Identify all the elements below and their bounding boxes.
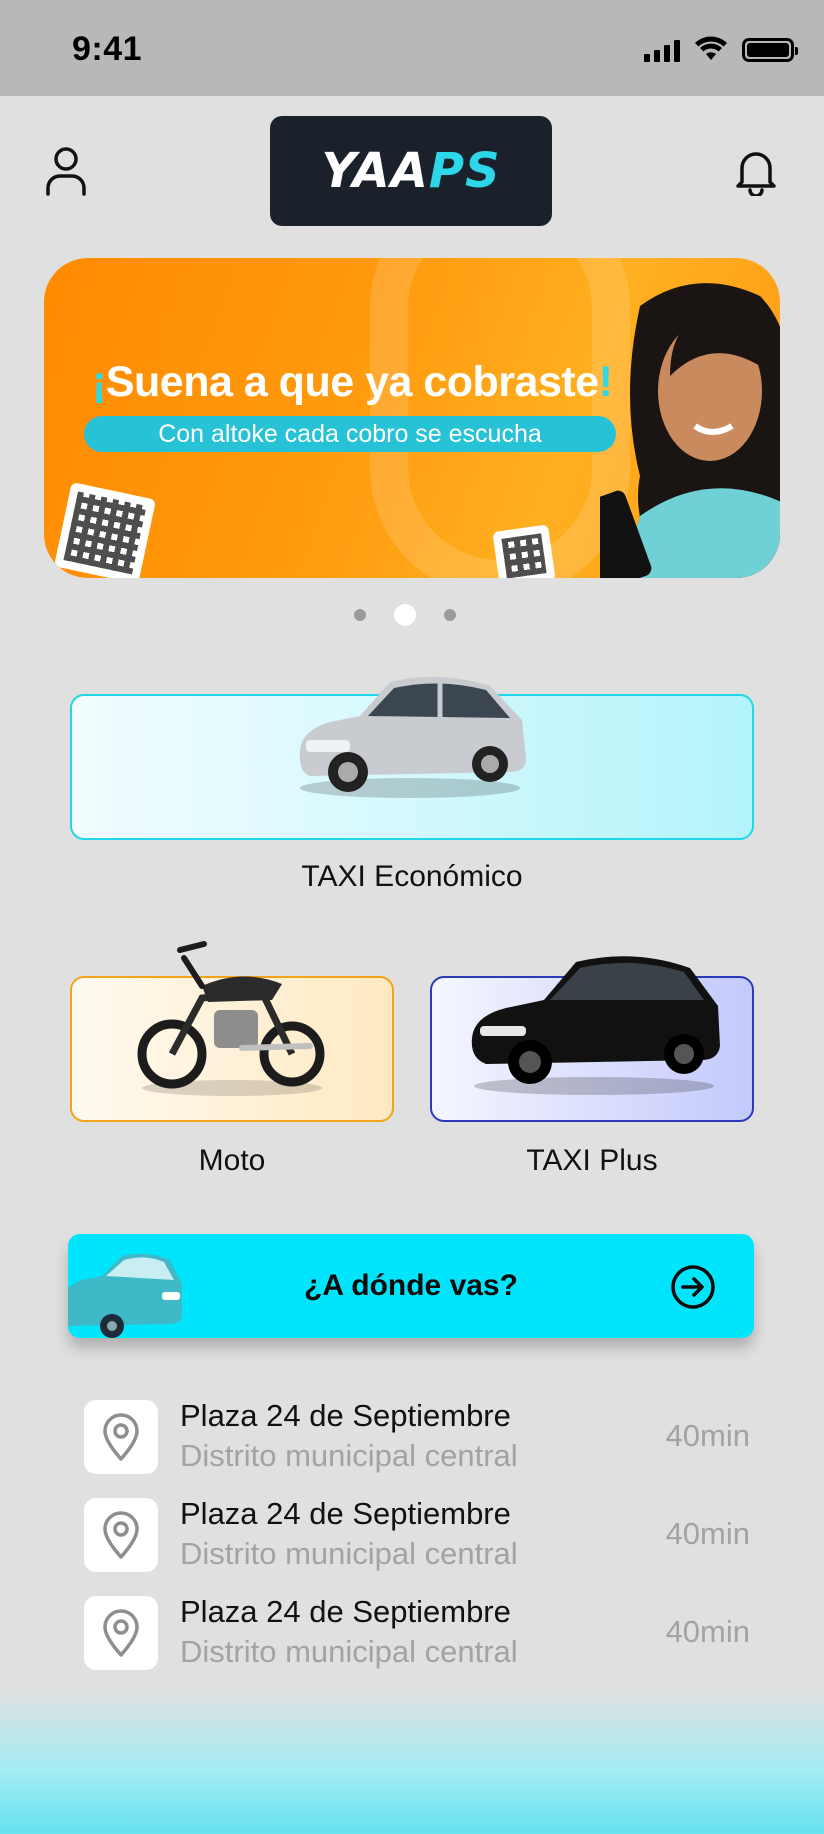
recent-destination-item[interactable]: Plaza 24 de Septiembre Distrito municipa… bbox=[84, 1398, 750, 1474]
place-eta: 40min bbox=[665, 1614, 750, 1649]
qr-code-image bbox=[53, 481, 157, 578]
carousel-indicator bbox=[354, 604, 456, 626]
where-to-button[interactable]: ¿A dónde vas? bbox=[68, 1234, 754, 1338]
recent-destination-item[interactable]: Plaza 24 de Septiembre Distrito municipa… bbox=[84, 1496, 750, 1572]
user-icon bbox=[46, 147, 86, 196]
map-pin-icon bbox=[103, 1609, 139, 1657]
service-label-moto: Moto bbox=[198, 1144, 266, 1177]
notifications-button[interactable] bbox=[732, 146, 780, 198]
place-subtitle: Distrito municipal central bbox=[180, 1634, 518, 1669]
map-pin-tile bbox=[84, 1596, 158, 1670]
wifi-icon bbox=[695, 36, 727, 60]
cellular-signal-icon bbox=[644, 38, 680, 62]
app-logo: YAAPS bbox=[270, 116, 552, 226]
arrow-right-circle-icon bbox=[671, 1265, 715, 1309]
bell-icon bbox=[736, 152, 776, 198]
service-label-taxi-economico: TAXI Económico bbox=[301, 860, 523, 893]
status-bar: 9:41 bbox=[0, 0, 824, 96]
place-eta: 40min bbox=[665, 1418, 750, 1453]
map-pin-icon bbox=[103, 1413, 139, 1461]
map-pin-tile bbox=[84, 1498, 158, 1572]
recent-destination-item[interactable]: Plaza 24 de Septiembre Distrito municipa… bbox=[84, 1594, 750, 1670]
status-time: 9:41 bbox=[72, 30, 143, 68]
battery-icon bbox=[742, 38, 798, 62]
smiling-woman-image bbox=[600, 283, 780, 578]
place-title: Plaza 24 de Septiembre bbox=[180, 1594, 511, 1629]
bottom-gradient bbox=[0, 1690, 824, 1834]
motorcycle-image bbox=[137, 941, 325, 1096]
place-title: Plaza 24 de Septiembre bbox=[180, 1496, 511, 1531]
status-icons bbox=[644, 36, 798, 62]
place-subtitle: Distrito municipal central bbox=[180, 1536, 518, 1571]
carousel-dot[interactable] bbox=[444, 609, 456, 621]
profile-button[interactable] bbox=[44, 146, 88, 196]
silver-sedan-image bbox=[299, 676, 526, 798]
logo-text-accent: PS bbox=[428, 143, 501, 199]
qr-code-image bbox=[492, 524, 556, 578]
place-title: Plaza 24 de Septiembre bbox=[180, 1398, 511, 1433]
banner-title: ¡Suena a que ya cobraste! bbox=[92, 358, 613, 406]
service-card-taxi-economico[interactable] bbox=[70, 676, 754, 840]
map-pin-tile bbox=[84, 1400, 158, 1474]
black-sedan-image bbox=[471, 956, 720, 1095]
service-label-taxi-plus: TAXI Plus bbox=[526, 1144, 658, 1177]
carousel-dot[interactable] bbox=[354, 609, 366, 621]
map-pin-icon bbox=[103, 1511, 139, 1559]
service-card-moto[interactable] bbox=[70, 941, 394, 1122]
service-card-taxi-plus[interactable] bbox=[430, 956, 754, 1122]
place-subtitle: Distrito municipal central bbox=[180, 1438, 518, 1473]
logo-text-primary: YAA bbox=[321, 143, 429, 199]
where-to-label: ¿A dónde vas? bbox=[304, 1269, 518, 1302]
place-eta: 40min bbox=[665, 1516, 750, 1551]
banner-subtitle: Con altoke cada cobro se escucha bbox=[84, 416, 616, 452]
promo-banner[interactable]: ¡Suena a que ya cobraste! Con altoke cad… bbox=[44, 258, 780, 578]
carousel-dot-active[interactable] bbox=[394, 604, 416, 626]
